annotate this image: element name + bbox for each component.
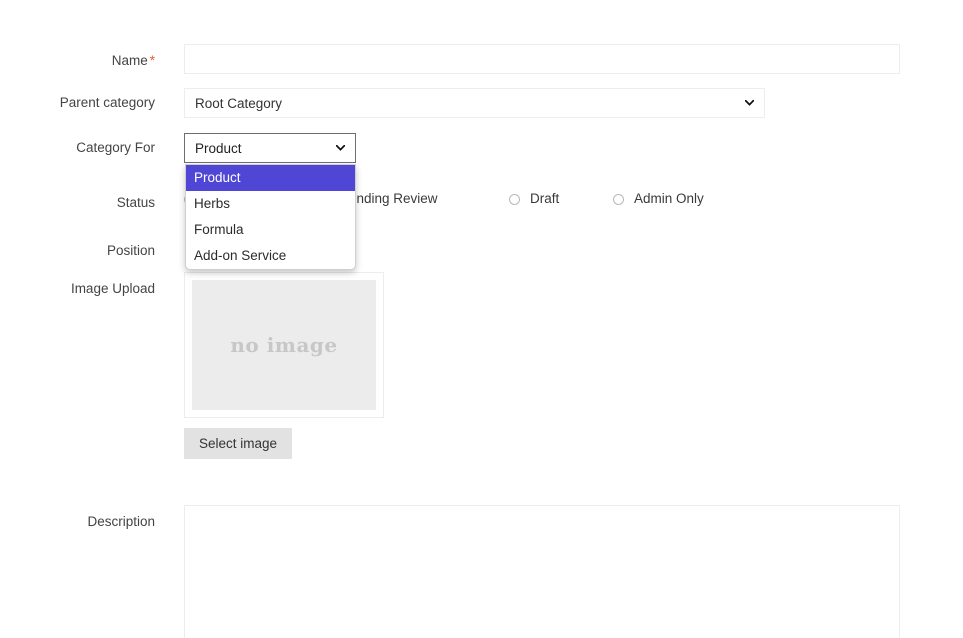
- status-radio-draft[interactable]: Draft: [509, 188, 559, 210]
- dropdown-option-product[interactable]: Product: [186, 165, 355, 191]
- name-label: Name *: [0, 52, 155, 70]
- status-option-label: Draft: [530, 191, 560, 206]
- dropdown-option-formula[interactable]: Formula: [186, 217, 355, 243]
- category-form-page: { "form": { "fields": { "name": { "label…: [0, 0, 963, 638]
- name-label-text: Name: [111, 53, 148, 68]
- status-label: Status: [116, 195, 155, 210]
- radio-circle-icon[interactable]: [509, 193, 520, 205]
- required-asterisk-icon: *: [149, 53, 155, 68]
- no-image-text: no image: [230, 333, 338, 357]
- status-radio-admin-only[interactable]: Admin Only: [613, 188, 704, 210]
- image-upload-label: Image Upload: [70, 281, 155, 296]
- description-label: Description: [87, 514, 155, 529]
- select-image-button[interactable]: Select image: [184, 428, 293, 459]
- chevron-down-icon: [336, 145, 345, 151]
- description-textarea[interactable]: [184, 505, 900, 638]
- category-for-label: Category For: [76, 140, 155, 155]
- status-option-label: Admin Only: [634, 191, 704, 206]
- category-for-select[interactable]: Product: [184, 133, 356, 163]
- radio-circle-icon[interactable]: [613, 193, 624, 205]
- parent-category-selected-value: Root Category: [195, 95, 283, 111]
- parent-category-label: Parent category: [59, 95, 155, 110]
- chevron-down-icon: [745, 100, 754, 106]
- image-placeholder: no image: [192, 280, 376, 410]
- dropdown-option-herbs[interactable]: Herbs: [186, 191, 355, 217]
- image-preview-frame: no image: [184, 272, 384, 418]
- name-input[interactable]: [184, 44, 900, 74]
- position-label: Position: [106, 243, 155, 258]
- category-for-selected-value: Product: [195, 140, 242, 156]
- parent-category-select[interactable]: Root Category: [184, 88, 765, 118]
- dropdown-option-add-on-service[interactable]: Add-on Service: [186, 243, 355, 269]
- category-for-dropdown-list[interactable]: Product Herbs Formula Add-on Service: [185, 164, 356, 270]
